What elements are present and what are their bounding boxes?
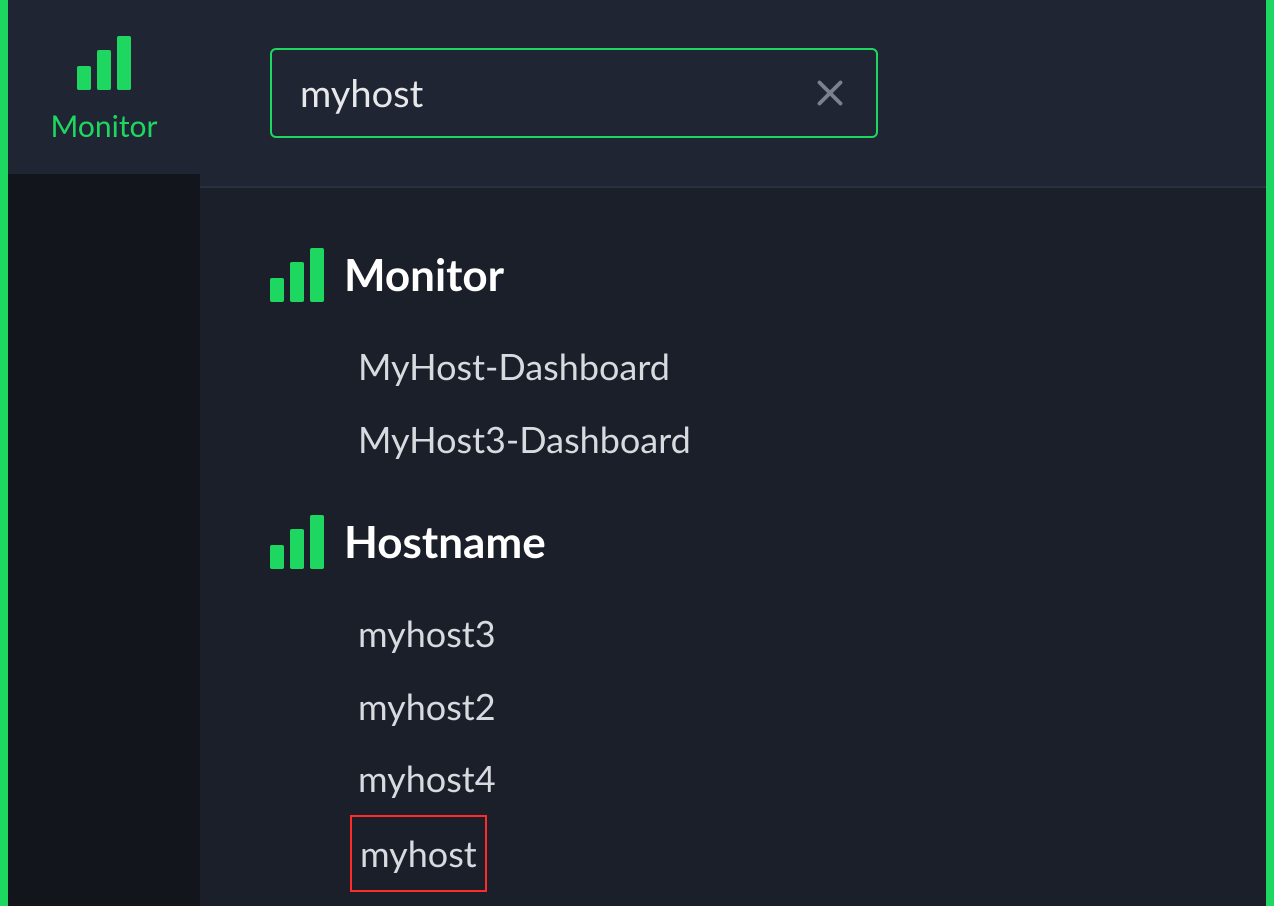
section-header: Hostname xyxy=(270,515,1266,569)
clear-icon[interactable] xyxy=(812,75,848,111)
bars-icon xyxy=(270,248,324,302)
result-item[interactable]: MyHost3-Dashboard xyxy=(350,403,699,476)
section-title: Hostname xyxy=(344,516,546,568)
sidebar-empty xyxy=(8,174,200,906)
result-item[interactable]: MyHost-Dashboard xyxy=(350,330,678,403)
result-item[interactable]: myhost3 xyxy=(350,597,504,670)
result-item[interactable]: myhost4 xyxy=(350,742,504,815)
sidebar-item-monitor[interactable]: Monitor xyxy=(8,0,200,174)
result-item-highlighted[interactable]: myhost xyxy=(350,815,487,892)
section-items: myhost3 myhost2 myhost4 myhost xyxy=(350,597,1266,891)
search-box[interactable] xyxy=(270,48,878,138)
section-title: Monitor xyxy=(344,249,504,301)
main: Monitor MyHost-Dashboard MyHost3-Dashboa… xyxy=(200,0,1266,906)
section-header: Monitor xyxy=(270,248,1266,302)
section-hostname: Hostname myhost3 myhost2 myhost4 myhost xyxy=(270,515,1266,891)
sidebar-item-label: Monitor xyxy=(51,108,158,144)
search-results: Monitor MyHost-Dashboard MyHost3-Dashboa… xyxy=(200,188,1266,906)
topbar xyxy=(200,0,1266,188)
section-monitor: Monitor MyHost-Dashboard MyHost3-Dashboa… xyxy=(270,248,1266,475)
bars-icon xyxy=(270,515,324,569)
result-item[interactable]: myhost2 xyxy=(350,670,504,743)
bars-icon xyxy=(77,36,131,90)
search-input[interactable] xyxy=(300,70,812,116)
sidebar: Monitor xyxy=(8,0,200,906)
section-items: MyHost-Dashboard MyHost3-Dashboard xyxy=(350,330,1266,475)
